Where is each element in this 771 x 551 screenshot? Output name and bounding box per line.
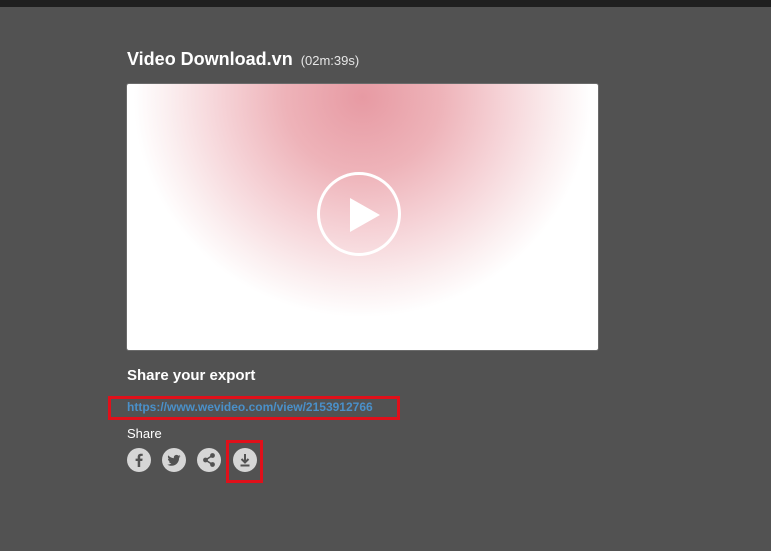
share-heading: Share your export (127, 367, 256, 384)
play-icon (350, 198, 380, 232)
twitter-button[interactable] (162, 448, 186, 472)
video-duration: (02m:39s) (300, 53, 360, 68)
twitter-icon (167, 454, 181, 466)
download-highlight-box (226, 440, 263, 483)
facebook-icon (135, 453, 143, 467)
video-player[interactable] (127, 84, 598, 350)
play-button[interactable] (317, 172, 401, 256)
share-button[interactable] (197, 448, 221, 472)
share-label: Share (127, 426, 162, 441)
video-title: Video Download.vn (127, 49, 293, 69)
title-row: Video Download.vn (02m:39s) (127, 49, 359, 70)
top-bar (0, 0, 771, 7)
share-icon (203, 453, 215, 467)
facebook-button[interactable] (127, 448, 151, 472)
share-link[interactable]: https://www.wevideo.com/view/2153912766 (127, 400, 373, 414)
